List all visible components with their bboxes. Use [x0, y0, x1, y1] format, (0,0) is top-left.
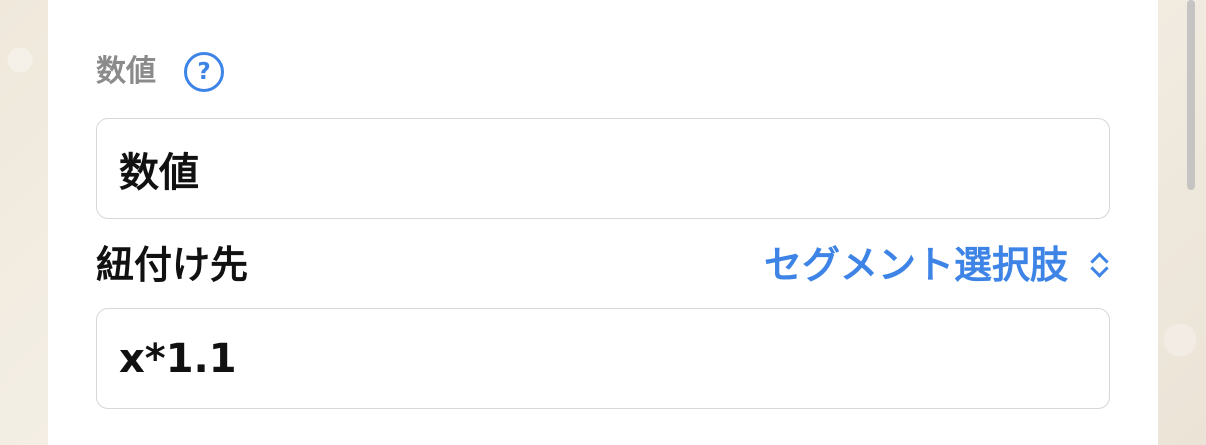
- segment-choice-picker[interactable]: セグメント選択肢: [764, 246, 1110, 284]
- field-title-row: 数値 ?: [96, 52, 224, 92]
- mapping-label: 紐付け先: [96, 243, 249, 287]
- vertical-scrollbar[interactable]: [1187, 0, 1195, 190]
- field-name-input[interactable]: 数値: [96, 118, 1110, 219]
- form-panel: 数値 ? 数値 紐付け先 セグメント選択肢 x*1.1: [48, 0, 1158, 445]
- mapping-row: 紐付け先 セグメント選択肢: [96, 240, 1110, 290]
- chevron-up-down-icon: [1086, 250, 1110, 280]
- segment-picker-label: セグメント選択肢: [763, 243, 1068, 287]
- help-question-icon[interactable]: ?: [184, 52, 224, 92]
- field-title: 数値: [96, 54, 156, 89]
- screen-background: 数値 ? 数値 紐付け先 セグメント選択肢 x*1.1: [0, 0, 1206, 445]
- expression-input[interactable]: x*1.1: [96, 308, 1110, 409]
